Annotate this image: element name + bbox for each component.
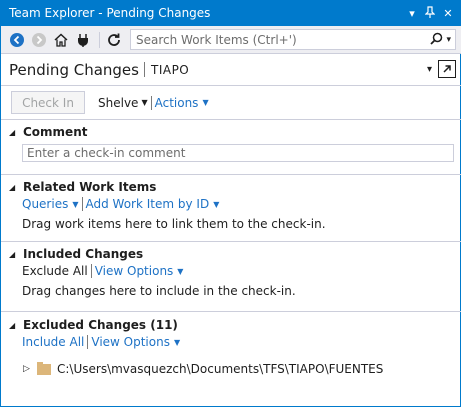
view-options-label: View Options (94, 264, 174, 278)
include-all-button[interactable]: Include All (22, 335, 84, 349)
toolbar-separator (99, 31, 100, 48)
chevron-down-icon: ▼ (173, 337, 181, 347)
search-box[interactable]: ▾ (130, 29, 456, 50)
comment-field[interactable] (22, 144, 454, 162)
folder-path: C:\Users\mvasquezch\Documents\TFS\TIAPO\… (57, 362, 384, 376)
action-bar: Check In Shelve ▼ Actions ▼ (1, 86, 461, 120)
section-header-related[interactable]: ◢ Related Work Items (1, 178, 461, 196)
section-divider (1, 241, 461, 242)
link-separator (90, 264, 92, 278)
queries-label: Queries (22, 197, 69, 211)
search-input[interactable] (136, 32, 427, 47)
actions-menu[interactable]: Actions ▼ (155, 96, 209, 110)
excluded-links: Include All View Options ▼ (22, 334, 461, 350)
window-title: Team Explorer - Pending Changes (9, 6, 211, 20)
included-body: Exclude All View Options ▼ Drag changes … (1, 263, 461, 298)
view-options-menu[interactable]: View Options ▼ (95, 264, 184, 278)
header-dropdown-icon[interactable]: ▾ (427, 64, 432, 75)
collapse-icon[interactable]: ◢ (9, 183, 23, 192)
expand-icon[interactable]: ▷ (23, 364, 37, 374)
included-hint: Drag changes here to include in the chec… (22, 284, 296, 298)
page-title: Pending Changes (9, 60, 139, 79)
add-work-item-label: Add Work Item by ID (85, 197, 210, 211)
connect-icon[interactable] (73, 30, 93, 50)
close-icon[interactable]: ✕ (442, 7, 454, 20)
chevron-down-icon: ▼ (72, 199, 79, 209)
add-work-item-menu[interactable]: Add Work Item by ID ▼ (86, 197, 220, 211)
team-explorer-window: Team Explorer - Pending Changes ▾ ✕ Sear… (0, 0, 461, 407)
included-changes-section: ◢ Included Changes Exclude All View Opti… (1, 245, 461, 298)
window-controls: ▾ ✕ (406, 5, 461, 21)
related-work-items-section: ◢ Related Work Items Queries ▼ Add Work … (1, 178, 461, 231)
collapse-icon[interactable]: ◢ (9, 128, 23, 137)
folder-icon (37, 361, 51, 375)
header-separator (143, 62, 145, 77)
search-controls: ▾ (426, 32, 455, 48)
dropdown-icon[interactable]: ▾ (406, 7, 418, 20)
section-divider (1, 174, 461, 175)
related-body: Queries ▼ Add Work Item by ID ▼ Drag wor… (1, 196, 461, 231)
header-controls: ▾ (427, 60, 456, 78)
related-links: Queries ▼ Add Work Item by ID ▼ (22, 196, 461, 212)
comment-section: ◢ Comment (1, 123, 461, 162)
home-icon[interactable] (51, 30, 71, 50)
back-icon[interactable] (7, 30, 27, 50)
actions-label: Actions (154, 95, 199, 110)
comment-body (1, 141, 461, 162)
search-dropdown-icon[interactable]: ▾ (446, 35, 451, 45)
title-bar: Team Explorer - Pending Changes ▾ ✕ (1, 0, 461, 26)
section-header-included[interactable]: ◢ Included Changes (1, 245, 461, 263)
view-options-label: View Options (91, 335, 170, 349)
view-options-menu[interactable]: View Options ▼ (91, 335, 180, 349)
chevron-down-icon: ▼ (141, 98, 148, 107)
page-header: Pending Changes TIAPO ▾ (1, 54, 461, 86)
link-separator (81, 197, 83, 211)
queries-menu[interactable]: Queries ▼ (22, 197, 79, 211)
section-title: Related Work Items (23, 180, 157, 194)
forward-icon[interactable] (29, 30, 49, 50)
excluded-body: Include All View Options ▼ (1, 334, 461, 350)
excluded-changes-section: ◢ Excluded Changes (11) Include All View… (1, 316, 461, 376)
action-separator (150, 95, 152, 110)
collapse-icon[interactable]: ◢ (9, 321, 23, 330)
toolbar: ▾ (1, 26, 461, 54)
section-title: Excluded Changes (11) (23, 318, 178, 332)
refresh-icon[interactable] (104, 30, 124, 50)
chevron-down-icon: ▼ (213, 199, 220, 209)
project-name: TIAPO (150, 62, 190, 77)
chevron-down-icon: ▼ (202, 98, 209, 107)
navigate-icon[interactable] (438, 60, 456, 78)
section-title: Included Changes (23, 247, 144, 261)
shelve-button[interactable]: Shelve ▼ (98, 96, 148, 110)
shelve-label: Shelve (98, 95, 139, 110)
section-header-excluded[interactable]: ◢ Excluded Changes (11) (1, 316, 461, 334)
section-divider (1, 311, 461, 312)
related-hint: Drag work items here to link them to the… (22, 217, 326, 231)
search-icon[interactable] (430, 32, 443, 48)
collapse-icon[interactable]: ◢ (9, 250, 23, 259)
section-title: Comment (23, 125, 88, 139)
link-separator (87, 335, 89, 349)
included-links: Exclude All View Options ▼ (22, 263, 461, 279)
pin-icon[interactable] (424, 5, 436, 21)
section-header-comment[interactable]: ◢ Comment (1, 123, 461, 141)
chevron-down-icon: ▼ (177, 266, 184, 276)
exclude-all-button[interactable]: Exclude All (22, 264, 88, 278)
check-in-button[interactable]: Check In (11, 91, 85, 114)
folder-tree-item[interactable]: ▷ C:\Users\mvasquezch\Documents\TFS\TIAP… (1, 361, 461, 376)
